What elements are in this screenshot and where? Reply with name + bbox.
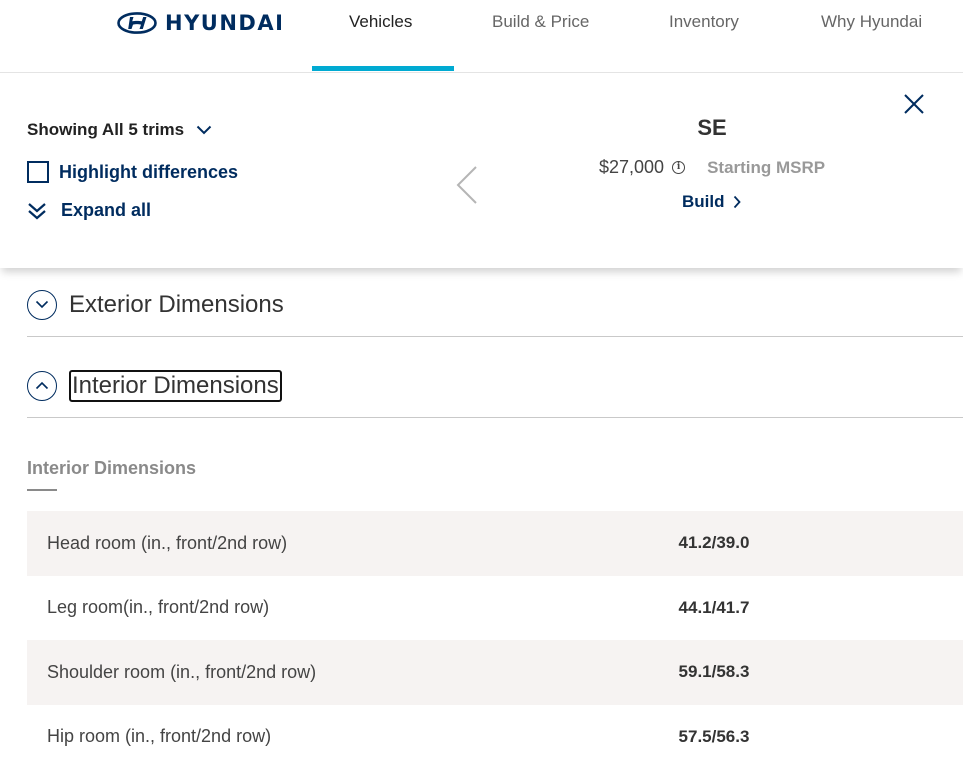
close-icon <box>904 94 924 114</box>
hyundai-logo[interactable]: HYUNDAI <box>117 10 284 36</box>
spec-label: Leg room(in., front/2nd row) <box>47 597 270 618</box>
starting-msrp-label: Starting MSRP <box>707 157 826 177</box>
trim-compare-header: Showing All 5 trims Highlight difference… <box>0 73 963 268</box>
close-compare-button[interactable] <box>903 93 925 120</box>
spec-value: 57.5/56.3 <box>678 726 750 746</box>
expand-all-label: Expand all <box>61 200 152 220</box>
table-row: Head room (in., front/2nd row) 41.2/39.0 <box>27 511 963 576</box>
nav-item-build-price[interactable]: Build & Price <box>492 12 589 32</box>
highlight-differences-toggle[interactable]: Highlight differences <box>27 161 238 183</box>
spec-label: Hip room (in., front/2nd row) <box>47 726 272 747</box>
chevron-down-icon <box>196 125 212 135</box>
previous-trim-button[interactable] <box>455 165 479 210</box>
table-row: Shoulder room (in., front/2nd row) 59.1/… <box>27 640 963 705</box>
logo-wordmark: HYUNDAI <box>165 11 285 35</box>
chevron-right-icon <box>733 195 741 209</box>
accordion-interior-dimensions[interactable]: Interior Dimensions <box>27 354 963 418</box>
double-chevron-down-icon <box>28 202 46 219</box>
chevron-left-icon <box>456 166 477 204</box>
trim-price-row: $27,000 i Starting MSRP <box>599 157 825 178</box>
nav-item-vehicles[interactable]: Vehicles <box>349 12 412 32</box>
top-navigation: HYUNDAI Vehicles Build & Price Inventory… <box>0 0 963 73</box>
trim-price: $27,000 <box>599 157 665 177</box>
spec-label: Shoulder room (in., front/2nd row) <box>47 661 317 682</box>
spec-value: 44.1/41.7 <box>678 597 750 617</box>
highlight-differences-label: Highlight differences <box>59 161 239 182</box>
table-row: Leg room(in., front/2nd row) 44.1/41.7 <box>27 576 963 641</box>
trims-dropdown[interactable]: Showing All 5 trims <box>27 120 212 140</box>
chevron-up-circle-icon <box>27 370 57 401</box>
spec-value: 59.1/58.3 <box>678 662 750 682</box>
build-trim-link[interactable]: Build <box>682 192 741 212</box>
accordion-exterior-dimensions[interactable]: Exterior Dimensions <box>27 273 963 337</box>
nav-item-why-hyundai[interactable]: Why Hyundai <box>821 12 922 32</box>
spec-table: Head room (in., front/2nd row) 41.2/39.0… <box>27 511 963 769</box>
hyundai-emblem-icon <box>117 12 157 34</box>
table-row: Hip room (in., front/2nd row) 57.5/56.3 <box>27 705 963 770</box>
section-divider <box>27 489 57 491</box>
section-heading: Interior Dimensions <box>27 458 197 478</box>
spec-label: Head room (in., front/2nd row) <box>47 532 288 553</box>
build-link-label: Build <box>682 192 725 211</box>
expand-all-button[interactable]: Expand all <box>27 200 151 221</box>
nav-item-inventory[interactable]: Inventory <box>669 12 739 32</box>
accordion-title: Exterior Dimensions <box>69 290 284 318</box>
chevron-down-circle-icon <box>27 289 57 320</box>
info-icon[interactable]: i <box>672 161 686 174</box>
accordion-title: Interior Dimensions <box>69 369 282 402</box>
highlight-differences-checkbox[interactable] <box>27 161 49 183</box>
trim-name: SE <box>697 115 727 140</box>
trims-dropdown-label: Showing All 5 trims <box>27 120 185 139</box>
active-tab-indicator <box>312 66 454 71</box>
spec-value: 41.2/39.0 <box>678 533 750 553</box>
